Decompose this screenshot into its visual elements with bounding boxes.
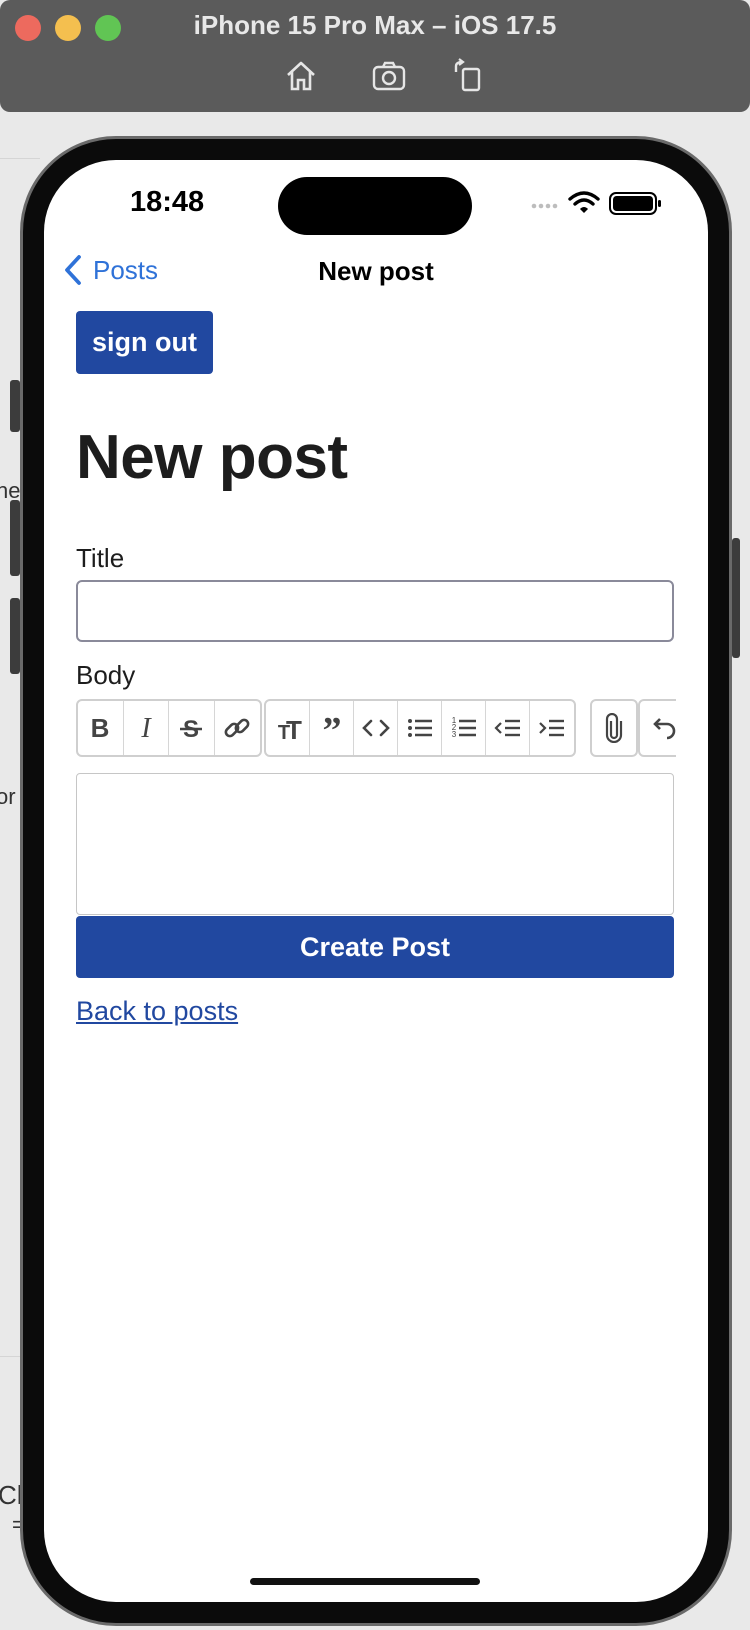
toolbar-history-tools [638, 699, 676, 757]
quote-icon[interactable]: ” [310, 701, 354, 755]
strikethrough-icon[interactable]: S [169, 701, 215, 755]
backdrop-divider [0, 158, 40, 159]
home-indicator[interactable] [250, 1578, 480, 1585]
wifi-icon [568, 191, 600, 213]
screenshot-icon[interactable] [371, 58, 407, 94]
body-label: Body [76, 660, 136, 690]
status-indicators-icon [531, 191, 661, 215]
volume-down-button [10, 598, 20, 674]
title-input[interactable] [76, 580, 674, 642]
simulator-title: iPhone 15 Pro Max – iOS 17.5 [193, 10, 557, 40]
home-icon[interactable] [283, 58, 319, 94]
toolbar-text-tools: B I S [76, 699, 262, 757]
status-time: 18:48 [130, 186, 205, 218]
link-icon[interactable] [215, 701, 260, 755]
title-label: Title [76, 543, 125, 573]
body-editor[interactable] [76, 773, 674, 915]
undo-icon[interactable] [640, 701, 676, 755]
side-button [732, 538, 740, 658]
action-button [10, 380, 20, 432]
create-post-button[interactable]: Create Post [76, 916, 674, 978]
dynamic-island [278, 177, 472, 235]
code-icon[interactable] [354, 701, 398, 755]
bullet-list-icon[interactable] [398, 701, 442, 755]
attach-icon[interactable] [592, 701, 636, 755]
outdent-icon[interactable] [486, 701, 530, 755]
back-to-posts-link[interactable]: Back to posts [76, 996, 238, 1027]
navbar-title: New post [318, 256, 434, 286]
bold-icon[interactable]: B [78, 701, 124, 755]
heading-icon[interactable]: TT [266, 701, 310, 755]
page-title: New post [76, 423, 348, 492]
toolbar-block-tools: TT ” 123 [264, 699, 576, 757]
phone-screen: 18:48 Posts New post sign out New post T… [44, 160, 708, 1602]
svg-text:T: T [286, 715, 302, 743]
svg-text:3: 3 [451, 730, 456, 739]
rotate-icon[interactable] [451, 58, 487, 94]
indent-icon[interactable] [530, 701, 574, 755]
sign-out-button[interactable]: sign out [76, 311, 213, 374]
numbered-list-icon[interactable]: 123 [442, 701, 486, 755]
toolbar-file-tools [590, 699, 638, 757]
italic-icon[interactable]: I [124, 701, 169, 755]
battery-icon [609, 192, 661, 215]
svg-text:I: I [140, 713, 152, 743]
rich-text-toolbar: B I S TT ” 123 [76, 699, 676, 759]
backdrop-text: or [0, 784, 16, 809]
status-icons [526, 190, 666, 216]
svg-text:B: B [91, 713, 110, 743]
volume-up-button [10, 500, 20, 576]
svg-text:”: ” [322, 713, 341, 743]
simulator-title-bar: iPhone 15 Pro Max – iOS 17.5 [0, 0, 750, 112]
